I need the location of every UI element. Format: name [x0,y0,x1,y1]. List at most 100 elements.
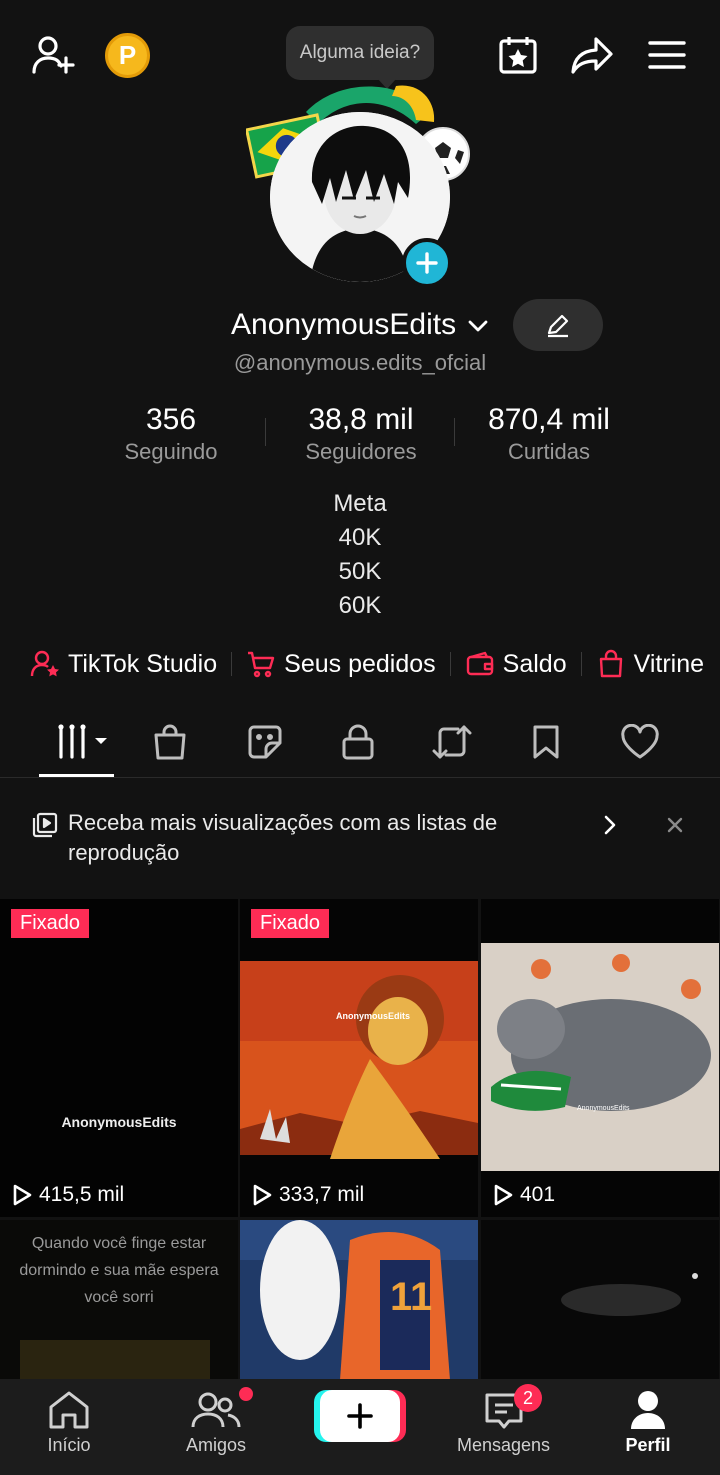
lock-icon [342,724,374,760]
orders-link[interactable]: Seus pedidos [246,649,436,679]
view-count-text: 415,5 mil [39,1183,125,1206]
nav-label: Mensagens [457,1435,551,1455]
svg-text:11: 11 [390,1275,432,1319]
play-icon [13,1184,32,1206]
video-watermark: AnonymousEdits [336,1011,411,1021]
stat-label: Seguidores [305,439,417,464]
playlist-banner[interactable]: Receba mais visualizações com as listas … [0,790,720,890]
friends-icon [191,1392,241,1428]
home-icon [49,1391,89,1429]
pinned-badge: Fixado [251,909,330,938]
quick-link-label: Saldo [502,649,567,678]
quick-link-divider [231,652,233,676]
stat-divider [265,418,266,446]
add-friend-icon[interactable] [28,30,78,80]
stat-value: 356 [145,403,197,436]
video-watermark: AnonymousEdits [577,1105,630,1112]
cat-video-frame [481,899,719,1217]
stat-value: 870,4 mil [488,403,610,436]
tiktok-studio-link[interactable]: TikTok Studio [30,649,217,679]
nav-label: Perfil [625,1435,671,1455]
video-thumbnail[interactable]: AnonymousEdits 401 [481,899,719,1217]
edit-profile-button[interactable] [513,299,603,351]
balance-link[interactable]: Saldo [465,649,567,679]
quick-links: TikTok Studio Seus pedidos Saldo Vitrine [30,645,704,683]
bio-line: 40K [338,524,382,551]
quick-link-label: Vitrine [633,649,705,678]
video-thumbnail[interactable]: Quando você finge estar dormindo e sua m… [0,1220,238,1380]
bio-line: 60K [338,592,382,619]
cartoon-lion-frame [240,899,478,1217]
tab-favorites[interactable] [516,720,576,764]
stat-followers[interactable]: 38,8 mil Seguidores [286,403,436,465]
playlist-icon [32,812,58,838]
video-thumbnail[interactable]: AnonymousEdits Fixado 415,5 mil [0,899,238,1217]
banner-text: Receba mais visualizações com as listas … [68,810,498,865]
nav-label: Início [47,1435,91,1455]
view-count-text: 333,7 mil [279,1183,365,1206]
tab-stickers[interactable] [235,720,295,764]
bio-line: 50K [338,558,382,585]
quick-link-label: Seus pedidos [284,649,436,678]
coin-icon[interactable]: P [105,33,150,78]
stat-likes[interactable]: 870,4 mil Curtidas [474,403,624,465]
chevron-right-icon[interactable] [600,814,620,836]
video-thumbnail[interactable] [481,1220,719,1380]
tab-shop[interactable] [140,720,200,764]
video-caption-overlay: Quando você finge estar dormindo e sua m… [19,1235,219,1306]
bookmark-icon [533,725,559,759]
add-avatar-button[interactable] [402,238,452,288]
video-watermark: AnonymousEdits [61,1114,177,1130]
tab-reposts[interactable] [422,720,482,764]
nav-label: Amigos [186,1435,247,1455]
share-icon[interactable] [567,31,617,79]
profile-icon [631,1391,665,1429]
pinned-badge: Fixado [11,909,90,938]
active-tab-indicator [39,774,114,777]
play-icon [253,1184,272,1206]
nav-friends[interactable]: Amigos [186,1389,246,1456]
stat-value: 38,8 mil [308,403,414,436]
bio-line: Meta [333,490,387,517]
menu-icon[interactable] [644,33,690,77]
create-button[interactable] [320,1390,400,1442]
tab-videos[interactable] [50,720,116,764]
video-thumbnail[interactable]: 11 [240,1220,478,1380]
chevron-down-icon[interactable] [466,316,490,336]
night-video-frame [481,1220,719,1380]
stat-label: Curtidas [508,439,590,464]
profile-handle: @anonymous.edits_ofcial [233,350,487,375]
bio: Meta 40K 50K 60K [0,487,720,623]
view-count: 415,5 mil [12,1183,124,1207]
quick-link-label: TikTok Studio [68,649,218,678]
cart-icon [248,651,275,678]
tooltip-text: Alguma ideia? [299,42,421,63]
friends-notification-dot [239,1387,253,1401]
username-row: AnonymousEdits [0,300,720,352]
stat-following[interactable]: 356 Seguindo [96,403,246,465]
profile-name[interactable]: AnonymousEdits [231,308,456,342]
video-thumbnail[interactable]: AnonymousEdits Fixado 333,7 mil [240,899,478,1217]
messages-badge: 2 [514,1384,542,1412]
pencil-icon [547,314,569,338]
view-count-text: 401 [520,1183,556,1206]
ideas-tooltip[interactable]: Alguma ideia? [286,26,434,89]
wallet-icon [466,651,493,676]
showcase-link[interactable]: Vitrine [596,649,704,679]
calendar-star-icon[interactable] [494,31,542,79]
tab-liked[interactable] [610,720,670,764]
repost-icon [432,725,472,759]
content-tabs [0,712,720,778]
nav-profile[interactable]: Perfil [625,1389,671,1456]
stat-label: Seguindo [124,439,218,464]
play-icon [494,1184,513,1206]
shopping-bag-icon [154,724,186,760]
person-star-icon [30,650,59,677]
quick-link-divider [580,652,582,676]
nav-home[interactable]: Início [46,1389,92,1456]
tab-private[interactable] [328,720,388,764]
view-count: 333,7 mil [252,1183,364,1207]
close-icon[interactable] [664,814,686,836]
quick-link-divider [449,652,451,676]
heart-icon [621,724,659,759]
